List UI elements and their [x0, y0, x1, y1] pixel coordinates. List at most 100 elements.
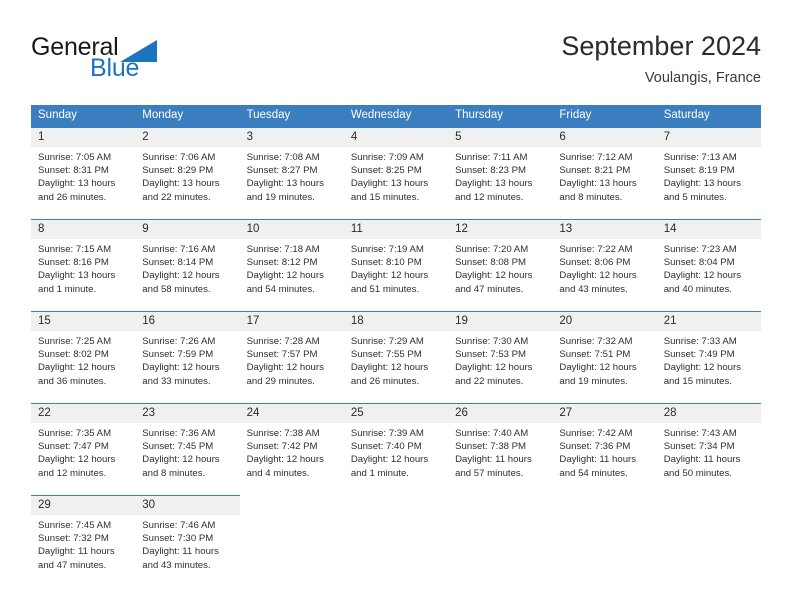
day-cell[interactable]: Sunrise: 7:09 AM Sunset: 8:25 PM Dayligh… — [343, 147, 449, 220]
day-cell[interactable]: Sunrise: 7:33 AM Sunset: 7:49 PM Dayligh… — [656, 331, 761, 404]
daylight-text-line2: and 29 minutes. — [246, 375, 315, 387]
day-cell[interactable]: Sunrise: 7:15 AM Sunset: 8:16 PM Dayligh… — [31, 239, 136, 312]
calendar-table: Sunday Monday Tuesday Wednesday Thursday… — [31, 105, 761, 587]
day-number[interactable]: 25 — [343, 403, 449, 423]
day-cell[interactable]: Sunrise: 7:43 AM Sunset: 7:34 PM Dayligh… — [656, 423, 761, 496]
day-cell[interactable]: Sunrise: 7:18 AM Sunset: 8:12 PM Dayligh… — [239, 239, 344, 312]
day-number[interactable]: 19 — [448, 311, 553, 331]
day-number[interactable]: 10 — [239, 219, 344, 239]
day-number[interactable]: 3 — [239, 127, 344, 147]
sunrise-text: Sunrise: 7:30 AM — [455, 336, 529, 347]
daylight-text-line2: and 54 minutes. — [246, 283, 315, 295]
week-info-row: Sunrise: 7:05 AM Sunset: 8:31 PM Dayligh… — [31, 147, 761, 220]
day-cell[interactable]: Sunrise: 7:40 AM Sunset: 7:38 PM Dayligh… — [448, 423, 553, 496]
day-cell[interactable]: Sunrise: 7:38 AM Sunset: 7:42 PM Dayligh… — [239, 423, 344, 496]
day-cell[interactable]: Sunrise: 7:42 AM Sunset: 7:36 PM Dayligh… — [552, 423, 657, 496]
day-number[interactable]: 17 — [239, 311, 344, 331]
week-daynum-row: 22 23 24 25 26 27 28 — [31, 403, 761, 423]
day-number[interactable]: 16 — [135, 311, 240, 331]
day-number[interactable]: 18 — [343, 311, 449, 331]
daylight-text-line2: and 43 minutes. — [559, 283, 628, 295]
daylight-text-line1: Daylight: 12 hours — [663, 270, 742, 282]
empty-day-cell — [448, 495, 553, 515]
daylight-text-line1: Daylight: 13 hours — [663, 178, 742, 190]
daylight-text-line2: and 15 minutes. — [350, 191, 420, 203]
daylight-text-line1: Daylight: 11 hours — [663, 454, 741, 466]
daylight-text-line2: and 12 minutes. — [38, 467, 107, 479]
daylight-text-line1: Daylight: 12 hours — [350, 362, 429, 374]
week-info-row: Sunrise: 7:15 AM Sunset: 8:16 PM Dayligh… — [31, 239, 761, 312]
day-cell[interactable]: Sunrise: 7:13 AM Sunset: 8:19 PM Dayligh… — [656, 147, 761, 220]
day-number[interactable]: 27 — [552, 403, 657, 423]
day-number[interactable]: 11 — [343, 219, 449, 239]
sunset-text: Sunset: 7:49 PM — [663, 349, 735, 361]
empty-day-cell — [239, 495, 344, 515]
sunset-text: Sunset: 8:12 PM — [246, 257, 318, 269]
day-number[interactable]: 15 — [31, 311, 136, 331]
day-cell[interactable]: Sunrise: 7:35 AM Sunset: 7:47 PM Dayligh… — [31, 423, 136, 496]
day-number[interactable]: 24 — [239, 403, 344, 423]
day-cell[interactable]: Sunrise: 7:22 AM Sunset: 8:06 PM Dayligh… — [552, 239, 657, 312]
day-number[interactable]: 22 — [31, 403, 136, 423]
day-cell[interactable]: Sunrise: 7:28 AM Sunset: 7:57 PM Dayligh… — [239, 331, 344, 404]
day-cell[interactable]: Sunrise: 7:25 AM Sunset: 8:02 PM Dayligh… — [31, 331, 136, 404]
day-number[interactable]: 26 — [448, 403, 553, 423]
day-number[interactable]: 20 — [552, 311, 657, 331]
daylight-text-line1: Daylight: 12 hours — [455, 270, 533, 282]
day-number[interactable]: 8 — [31, 219, 136, 239]
day-number[interactable]: 9 — [135, 219, 240, 239]
daylight-text-line1: Daylight: 12 hours — [38, 454, 116, 466]
day-cell[interactable]: Sunrise: 7:39 AM Sunset: 7:40 PM Dayligh… — [343, 423, 449, 496]
weekday-header-sunday: Sunday — [31, 105, 136, 128]
day-cell[interactable]: Sunrise: 7:16 AM Sunset: 8:14 PM Dayligh… — [135, 239, 240, 312]
day-cell[interactable]: Sunrise: 7:29 AM Sunset: 7:55 PM Dayligh… — [343, 331, 449, 404]
daylight-text-line1: Daylight: 11 hours — [38, 546, 115, 558]
day-number[interactable]: 23 — [135, 403, 240, 423]
day-cell[interactable]: Sunrise: 7:12 AM Sunset: 8:21 PM Dayligh… — [552, 147, 657, 220]
sunrise-text: Sunrise: 7:45 AM — [38, 520, 112, 531]
sunrise-text: Sunrise: 7:06 AM — [142, 152, 216, 163]
day-number[interactable]: 2 — [135, 127, 240, 147]
day-number[interactable]: 21 — [656, 311, 761, 331]
sunrise-text: Sunrise: 7:46 AM — [142, 520, 216, 531]
daylight-text-line1: Daylight: 12 hours — [350, 454, 429, 466]
day-number[interactable]: 4 — [343, 127, 449, 147]
day-cell[interactable]: Sunrise: 7:05 AM Sunset: 8:31 PM Dayligh… — [31, 147, 136, 220]
day-number[interactable]: 13 — [552, 219, 657, 239]
sunrise-text: Sunrise: 7:22 AM — [559, 244, 633, 255]
weekday-header-friday: Friday — [552, 105, 657, 128]
day-cell[interactable]: Sunrise: 7:32 AM Sunset: 7:51 PM Dayligh… — [552, 331, 657, 404]
day-number[interactable]: 6 — [552, 127, 657, 147]
day-cell[interactable]: Sunrise: 7:36 AM Sunset: 7:45 PM Dayligh… — [135, 423, 240, 496]
brand-logo[interactable]: General Blue — [31, 33, 211, 85]
day-number[interactable]: 30 — [135, 495, 240, 515]
day-number[interactable]: 29 — [31, 495, 136, 515]
day-cell[interactable]: Sunrise: 7:19 AM Sunset: 8:10 PM Dayligh… — [343, 239, 449, 312]
sunset-text: Sunset: 8:19 PM — [663, 165, 735, 177]
day-number[interactable]: 12 — [448, 219, 553, 239]
day-cell[interactable]: Sunrise: 7:11 AM Sunset: 8:23 PM Dayligh… — [448, 147, 553, 220]
day-cell[interactable]: Sunrise: 7:08 AM Sunset: 8:27 PM Dayligh… — [239, 147, 344, 220]
day-cell[interactable]: Sunrise: 7:06 AM Sunset: 8:29 PM Dayligh… — [135, 147, 240, 220]
day-cell[interactable]: Sunrise: 7:30 AM Sunset: 7:53 PM Dayligh… — [448, 331, 553, 404]
day-number[interactable]: 5 — [448, 127, 553, 147]
sunset-text: Sunset: 8:21 PM — [559, 165, 631, 177]
daylight-text-line1: Daylight: 13 hours — [142, 178, 220, 190]
day-number[interactable]: 1 — [31, 127, 136, 147]
day-number[interactable]: 14 — [656, 219, 761, 239]
week-daynum-row: 8 9 10 11 12 13 14 — [31, 219, 761, 239]
day-cell[interactable]: Sunrise: 7:20 AM Sunset: 8:08 PM Dayligh… — [448, 239, 553, 312]
daylight-text-line2: and 12 minutes. — [455, 191, 524, 203]
day-number[interactable]: 7 — [656, 127, 761, 147]
day-cell[interactable]: Sunrise: 7:46 AM Sunset: 7:30 PM Dayligh… — [135, 515, 240, 587]
week-daynum-row: 1 2 3 4 5 6 7 — [31, 127, 761, 147]
daylight-text-line1: Daylight: 12 hours — [559, 270, 637, 282]
daylight-text-line2: and 50 minutes. — [663, 467, 732, 479]
sunset-text: Sunset: 8:04 PM — [663, 257, 735, 269]
day-cell[interactable]: Sunrise: 7:45 AM Sunset: 7:32 PM Dayligh… — [31, 515, 136, 587]
location-subtitle: Voulangis, France — [644, 70, 761, 86]
day-number[interactable]: 28 — [656, 403, 761, 423]
sunset-text: Sunset: 7:40 PM — [350, 441, 422, 453]
day-cell[interactable]: Sunrise: 7:26 AM Sunset: 7:59 PM Dayligh… — [135, 331, 240, 404]
day-cell[interactable]: Sunrise: 7:23 AM Sunset: 8:04 PM Dayligh… — [656, 239, 761, 312]
